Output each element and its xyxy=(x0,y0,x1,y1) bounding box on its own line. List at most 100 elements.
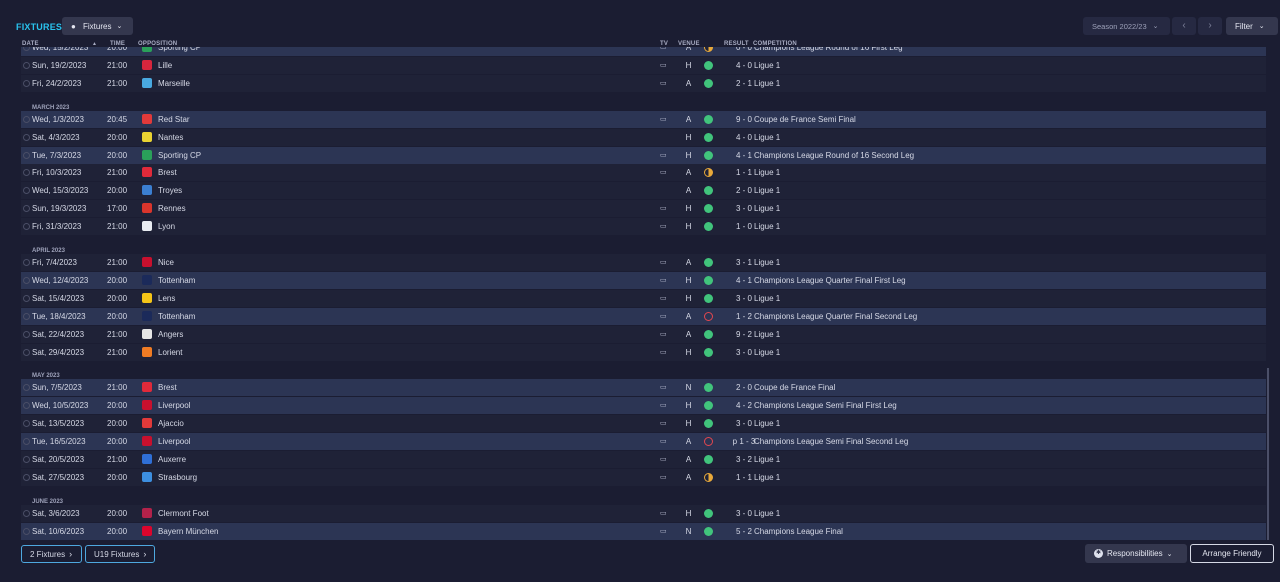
opposition-team[interactable]: Marseille xyxy=(158,79,190,88)
fixture-competition[interactable]: Coupe de France Final xyxy=(754,383,835,392)
fixture-competition[interactable]: Ligue 1 xyxy=(754,204,780,213)
fixture-competition[interactable]: Ligue 1 xyxy=(754,330,780,339)
opposition-team[interactable]: Tottenham xyxy=(158,312,195,321)
fixture-competition[interactable]: Ligue 1 xyxy=(754,61,780,70)
fixture-competition[interactable]: Champions League Quarter Final First Leg xyxy=(754,276,906,285)
opposition-team[interactable]: Lorient xyxy=(158,348,182,357)
next-season-button[interactable]: › xyxy=(1198,17,1222,35)
fixture-row[interactable]: Tue, 18/4/2023 20:00 Tottenham ▭ A 1 - 2 Champ… xyxy=(21,307,1266,325)
fixture-row[interactable]: Tue, 7/3/2023 20:00 Sporting CP ▭ H 4 - 1 Cham… xyxy=(21,146,1266,164)
fixture-row[interactable]: Wed, 1/3/2023 20:45 Red Star ▭ A 9 - 0 Coupe d… xyxy=(21,110,1266,128)
previous-season-button[interactable]: ‹ xyxy=(1172,17,1196,35)
fixture-competition[interactable]: Champions League Round of 16 First Leg xyxy=(754,47,903,52)
fixture-row[interactable]: Wed, 15/2/2023 20:00 Sporting CP ▭ A 0 - 0 Cha… xyxy=(21,47,1266,56)
opposition-team[interactable]: Red Star xyxy=(158,115,190,124)
opposition-team[interactable]: Brest xyxy=(158,168,177,177)
opposition-team[interactable]: Lyon xyxy=(158,222,175,231)
filter-button[interactable]: Filter ⌄ xyxy=(1226,17,1278,35)
fixture-row[interactable]: Sun, 7/5/2023 21:00 Brest ▭ N 2 - 0 Coupe de F… xyxy=(21,379,1266,397)
u19-fixtures-button[interactable]: U19 Fixtures › xyxy=(85,545,155,563)
fixture-competition[interactable]: Champions League Semi Final Second Leg xyxy=(754,437,908,446)
fixture-competition[interactable]: Champions League Final xyxy=(754,527,843,536)
opposition-team[interactable]: Auxerre xyxy=(158,455,186,464)
opposition-team[interactable]: Brest xyxy=(158,383,177,392)
fixture-row[interactable]: Fri, 24/2/2023 21:00 Marseille ▭ A 2 - 1 Ligue… xyxy=(21,74,1266,92)
fixture-row[interactable]: Sat, 22/4/2023 21:00 Angers ▭ A 9 - 2 Ligue 1 xyxy=(21,325,1266,343)
fixture-row[interactable]: Wed, 12/4/2023 20:00 Tottenham ▭ H 4 - 1 Champ… xyxy=(21,271,1266,289)
fixture-row[interactable]: Sun, 19/3/2023 17:00 Rennes ▭ H 3 - 0 Ligue 1 xyxy=(21,200,1266,218)
select-radio-icon[interactable] xyxy=(23,420,30,428)
fixture-competition[interactable]: Ligue 1 xyxy=(754,509,780,518)
select-radio-icon[interactable] xyxy=(23,473,30,481)
opposition-team[interactable]: Lens xyxy=(158,294,175,303)
fixture-competition[interactable]: Champions League Semi Final First Leg xyxy=(754,401,897,410)
fixture-competition[interactable]: Ligue 1 xyxy=(754,419,780,428)
select-radio-icon[interactable] xyxy=(23,384,30,392)
fixture-competition[interactable]: Ligue 1 xyxy=(754,294,780,303)
select-radio-icon[interactable] xyxy=(23,294,30,302)
select-radio-icon[interactable] xyxy=(23,259,30,266)
fixture-row[interactable]: Sat, 4/3/2023 20:00 Nantes H 4 - 0 Ligue 1 xyxy=(21,128,1266,146)
select-radio-icon[interactable] xyxy=(23,47,30,51)
fixture-row[interactable]: Sat, 20/5/2023 21:00 Auxerre ▭ A 3 - 2 Ligue 1 xyxy=(21,451,1266,468)
opposition-team[interactable]: Nice xyxy=(158,258,174,267)
fixture-row[interactable]: Sat, 13/5/2023 20:00 Ajaccio ▭ H 3 - 0 Ligue 1 xyxy=(21,415,1266,433)
opposition-team[interactable]: Lille xyxy=(158,61,172,70)
select-radio-icon[interactable] xyxy=(23,348,30,356)
select-radio-icon[interactable] xyxy=(23,312,30,320)
opposition-team[interactable]: Tottenham xyxy=(158,276,195,285)
fixture-row[interactable]: Sat, 10/6/2023 20:00 Bayern München ▭ N 5 - 2… xyxy=(21,522,1266,540)
opposition-team[interactable]: Liverpool xyxy=(158,437,190,446)
two-fixtures-button[interactable]: 2 Fixtures › xyxy=(21,545,82,563)
opposition-team[interactable]: Sporting CP xyxy=(158,47,201,52)
fixture-competition[interactable]: Ligue 1 xyxy=(754,455,780,464)
select-radio-icon[interactable] xyxy=(23,115,30,123)
fixture-row[interactable]: Tue, 16/5/2023 20:00 Liverpool ▭ Ap 1 - 3 Cha… xyxy=(21,433,1266,451)
responsibilities-button[interactable]: ✱ Responsibilities ⌄ xyxy=(1085,544,1187,563)
select-radio-icon[interactable] xyxy=(23,133,30,141)
fixture-row[interactable]: Wed, 10/5/2023 20:00 Liverpool ▭ H 4 - 2 Champ… xyxy=(21,397,1266,415)
opposition-team[interactable]: Liverpool xyxy=(158,401,190,410)
select-radio-icon[interactable] xyxy=(23,509,30,517)
select-radio-icon[interactable] xyxy=(23,151,30,159)
select-radio-icon[interactable] xyxy=(23,79,30,87)
fixture-competition[interactable]: Ligue 1 xyxy=(754,79,780,88)
select-radio-icon[interactable] xyxy=(23,61,30,69)
view-selector-button[interactable]: ● Fixtures ⌄ xyxy=(62,17,133,35)
fixture-row[interactable]: Sun, 19/2/2023 21:00 Lille ▭ H 4 - 0 Ligue 1 xyxy=(21,56,1266,74)
fixture-competition[interactable]: Ligue 1 xyxy=(754,186,780,195)
select-radio-icon[interactable] xyxy=(23,456,30,463)
opposition-team[interactable]: Bayern München xyxy=(158,527,218,536)
select-radio-icon[interactable] xyxy=(23,276,30,284)
fixture-row[interactable]: Fri, 31/3/2023 21:00 Lyon ▭ H 1 - 0 Ligue 1 xyxy=(21,218,1266,236)
fixture-competition[interactable]: Champions League Round of 16 Second Leg xyxy=(754,151,914,160)
fixture-row[interactable]: Sat, 15/4/2023 20:00 Lens ▭ H 3 - 0 Ligue 1 xyxy=(21,289,1266,307)
select-radio-icon[interactable] xyxy=(23,330,30,338)
scrollbar[interactable] xyxy=(1267,368,1269,540)
opposition-team[interactable]: Clermont Foot xyxy=(158,509,209,518)
fixture-row[interactable]: Fri, 7/4/2023 21:00 Nice ▭ A 3 - 1 Ligue 1 xyxy=(21,254,1266,271)
fixture-competition[interactable]: Ligue 1 xyxy=(754,133,780,142)
fixture-row[interactable]: Wed, 15/3/2023 20:00 Troyes A 2 - 0 Ligue 1 xyxy=(21,182,1266,200)
select-radio-icon[interactable] xyxy=(23,187,30,195)
fixture-competition[interactable]: Ligue 1 xyxy=(754,348,780,357)
opposition-team[interactable]: Strasbourg xyxy=(158,473,197,482)
opposition-team[interactable]: Rennes xyxy=(158,204,186,213)
fixture-competition[interactable]: Ligue 1 xyxy=(754,168,780,177)
select-radio-icon[interactable] xyxy=(23,402,30,410)
fixture-row[interactable]: Sat, 3/6/2023 20:00 Clermont Foot ▭ H 3 - 0 Li… xyxy=(21,504,1266,522)
select-radio-icon[interactable] xyxy=(23,438,30,446)
arrange-friendly-button[interactable]: Arrange Friendly xyxy=(1190,544,1274,563)
fixture-competition[interactable]: Champions League Quarter Final Second Le… xyxy=(754,312,917,321)
opposition-team[interactable]: Ajaccio xyxy=(158,419,184,428)
opposition-team[interactable]: Nantes xyxy=(158,133,183,142)
fixture-row[interactable]: Sat, 27/5/2023 20:00 Strasbourg ▭ A 1 - 1 Ligu… xyxy=(21,468,1266,486)
select-radio-icon[interactable] xyxy=(23,205,30,213)
opposition-team[interactable]: Troyes xyxy=(158,186,182,195)
opposition-team[interactable]: Angers xyxy=(158,330,183,339)
select-radio-icon[interactable] xyxy=(23,169,30,177)
fixture-row[interactable]: Fri, 10/3/2023 21:00 Brest ▭ A 1 - 1 Ligue 1 xyxy=(21,164,1266,182)
fixture-competition[interactable]: Ligue 1 xyxy=(754,258,780,267)
select-radio-icon[interactable] xyxy=(23,223,30,231)
fixture-competition[interactable]: Ligue 1 xyxy=(754,222,780,231)
